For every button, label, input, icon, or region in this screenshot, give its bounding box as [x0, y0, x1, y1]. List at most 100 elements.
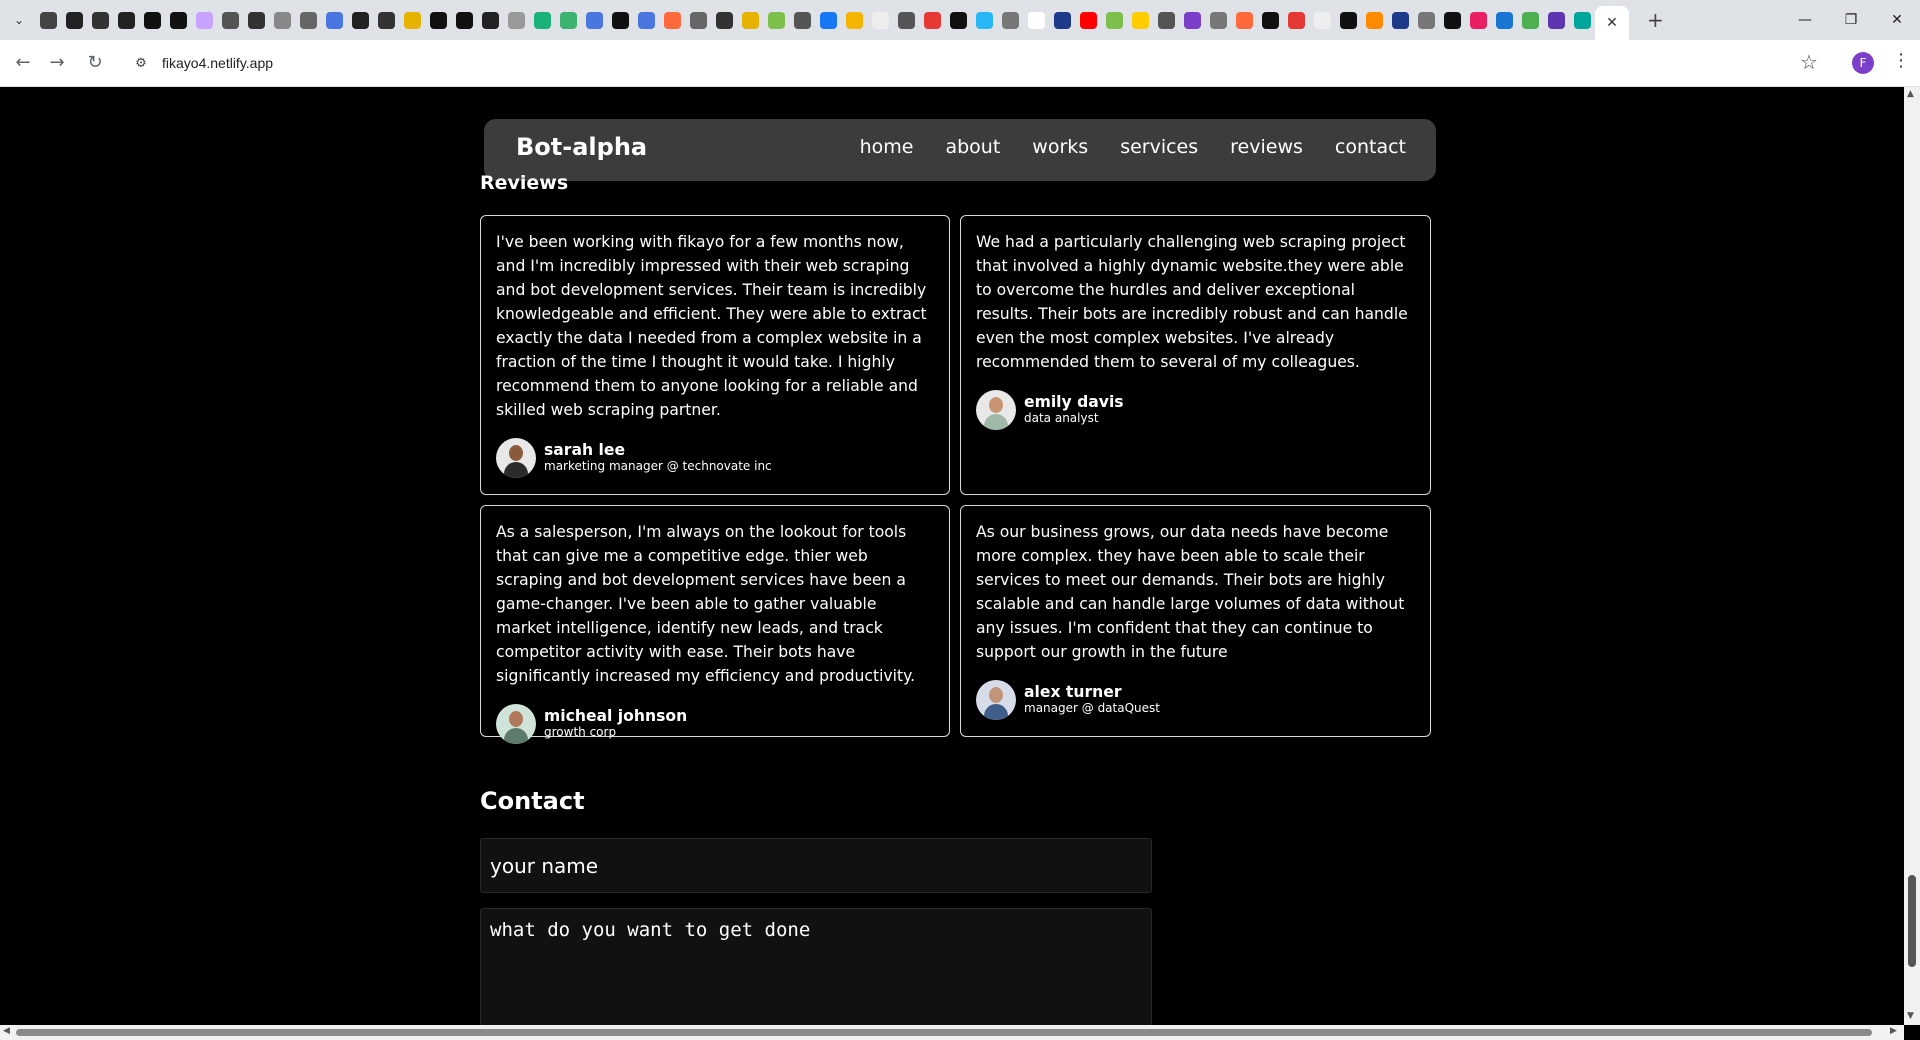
- horizontal-scroll-thumb[interactable]: [16, 1029, 1872, 1036]
- scroll-right-arrow-icon[interactable]: ▶: [1890, 1026, 1897, 1036]
- tab-favicon-icon[interactable]: [508, 11, 525, 29]
- tab-favicon-icon[interactable]: [1470, 11, 1487, 29]
- nav-link-reviews[interactable]: reviews: [1230, 136, 1303, 158]
- tab-favicon-icon[interactable]: [612, 11, 629, 29]
- tab-favicon-icon[interactable]: [274, 11, 291, 29]
- tab-favicon-icon[interactable]: [300, 11, 317, 29]
- tab-favicon-icon[interactable]: [1314, 11, 1331, 29]
- tab-favicon-icon[interactable]: [950, 11, 967, 29]
- tab-favicon-icon[interactable]: [1366, 11, 1383, 29]
- tab-favicon-icon[interactable]: [482, 11, 499, 29]
- tab-favicon-icon[interactable]: [66, 11, 83, 29]
- tab-favicon-icon[interactable]: [716, 11, 733, 29]
- horizontal-scrollbar[interactable]: ◀ ▶: [0, 1025, 1904, 1040]
- tab-favicon-icon[interactable]: [976, 11, 993, 29]
- pinned-tabs: [40, 11, 1591, 29]
- site-brand[interactable]: Bot-alpha: [516, 133, 647, 161]
- tab-favicon-icon[interactable]: [638, 11, 655, 29]
- tab-favicon-icon[interactable]: [222, 11, 239, 29]
- tab-favicon-icon[interactable]: [1548, 11, 1565, 29]
- tab-favicon-icon[interactable]: [456, 11, 473, 29]
- tab-favicon-icon[interactable]: [898, 11, 915, 29]
- avatar-torso-shape: [504, 462, 528, 478]
- tab-favicon-icon[interactable]: [40, 11, 57, 29]
- tab-favicon-icon[interactable]: [1106, 11, 1123, 29]
- tab-favicon-icon[interactable]: [1574, 11, 1591, 29]
- name-input[interactable]: [480, 838, 1152, 893]
- tab-favicon-icon[interactable]: [430, 11, 447, 29]
- scroll-up-arrow-icon[interactable]: ▲: [1907, 89, 1914, 99]
- tab-search-chevron-icon[interactable]: ⌄: [10, 11, 28, 29]
- site-info-icon[interactable]: ⚙: [132, 56, 150, 71]
- tab-favicon-icon[interactable]: [352, 11, 369, 29]
- tab-favicon-icon[interactable]: [170, 11, 187, 29]
- tab-favicon-icon[interactable]: [1080, 11, 1097, 29]
- tab-favicon-icon[interactable]: [872, 11, 889, 29]
- new-tab-plus-icon[interactable]: +: [1647, 8, 1664, 32]
- reload-icon[interactable]: ↻: [84, 52, 106, 73]
- browser-menu-icon[interactable]: ⋮: [1892, 50, 1910, 71]
- profile-avatar[interactable]: F: [1852, 52, 1874, 74]
- tab-favicon-icon[interactable]: [144, 11, 161, 29]
- forward-arrow-icon[interactable]: →: [46, 52, 68, 73]
- tab-favicon-icon[interactable]: [820, 11, 837, 29]
- tab-favicon-icon[interactable]: [1002, 11, 1019, 29]
- tab-favicon-icon[interactable]: [1288, 11, 1305, 29]
- restore-icon[interactable]: ❐: [1828, 0, 1874, 40]
- tab-favicon-icon[interactable]: [794, 11, 811, 29]
- tab-favicon-icon[interactable]: [1132, 11, 1149, 29]
- vertical-scrollbar[interactable]: ▲ ▼: [1904, 87, 1920, 1025]
- author-name: sarah lee: [544, 441, 626, 459]
- url-text[interactable]: fikayo4.netlify.app: [162, 55, 273, 71]
- window-close-icon[interactable]: ✕: [1874, 0, 1920, 40]
- tab-favicon-icon[interactable]: [118, 11, 135, 29]
- scroll-down-arrow-icon[interactable]: ▼: [1907, 1011, 1914, 1021]
- tab-favicon-icon[interactable]: [196, 11, 213, 29]
- tab-favicon-icon[interactable]: [378, 11, 395, 29]
- tab-favicon-icon[interactable]: [1340, 11, 1357, 29]
- tab-favicon-icon[interactable]: [586, 11, 603, 29]
- message-textarea[interactable]: [480, 908, 1152, 1025]
- tab-favicon-icon[interactable]: [1418, 11, 1435, 29]
- nav-link-works[interactable]: works: [1032, 136, 1088, 158]
- tab-favicon-icon[interactable]: [248, 11, 265, 29]
- tab-favicon-icon[interactable]: [1028, 11, 1045, 29]
- author-name: alex turner: [1024, 683, 1122, 701]
- avatar-head-shape: [509, 711, 523, 727]
- scroll-left-arrow-icon[interactable]: ◀: [3, 1026, 10, 1036]
- omnibox[interactable]: ⚙ fikayo4.netlify.app: [122, 46, 1822, 80]
- tab-favicon-icon[interactable]: [1184, 11, 1201, 29]
- tab-favicon-icon[interactable]: [1522, 11, 1539, 29]
- tab-favicon-icon[interactable]: [1236, 11, 1253, 29]
- nav-link-home[interactable]: home: [860, 136, 914, 158]
- tab-favicon-icon[interactable]: [664, 11, 681, 29]
- tab-favicon-icon[interactable]: [1210, 11, 1227, 29]
- bookmark-star-icon[interactable]: ☆: [1800, 50, 1818, 74]
- tab-favicon-icon[interactable]: [690, 11, 707, 29]
- tab-favicon-icon[interactable]: [404, 11, 421, 29]
- tab-favicon-icon[interactable]: [1262, 11, 1279, 29]
- nav-link-services[interactable]: services: [1120, 136, 1198, 158]
- tab-favicon-icon[interactable]: [1444, 11, 1461, 29]
- tab-favicon-icon[interactable]: [1496, 11, 1513, 29]
- tab-favicon-icon[interactable]: [1158, 11, 1175, 29]
- vertical-scroll-thumb[interactable]: [1908, 875, 1916, 967]
- nav-link-about[interactable]: about: [945, 136, 1000, 158]
- tab-favicon-icon[interactable]: [1054, 11, 1071, 29]
- tab-favicon-icon[interactable]: [768, 11, 785, 29]
- tab-favicon-icon[interactable]: [846, 11, 863, 29]
- avatar: [976, 680, 1016, 720]
- tab-favicon-icon[interactable]: [742, 11, 759, 29]
- tab-favicon-icon[interactable]: [560, 11, 577, 29]
- tab-favicon-icon[interactable]: [326, 11, 343, 29]
- author-name: emily davis: [1024, 393, 1124, 411]
- avatar-torso-shape: [504, 728, 528, 744]
- tab-favicon-icon[interactable]: [534, 11, 551, 29]
- tab-favicon-icon[interactable]: [92, 11, 109, 29]
- nav-link-contact[interactable]: contact: [1335, 136, 1406, 158]
- back-arrow-icon[interactable]: ←: [12, 52, 34, 73]
- active-tab-close-icon[interactable]: ✕: [1595, 6, 1629, 40]
- tab-favicon-icon[interactable]: [924, 11, 941, 29]
- tab-favicon-icon[interactable]: [1392, 11, 1409, 29]
- minimize-icon[interactable]: —: [1782, 0, 1828, 40]
